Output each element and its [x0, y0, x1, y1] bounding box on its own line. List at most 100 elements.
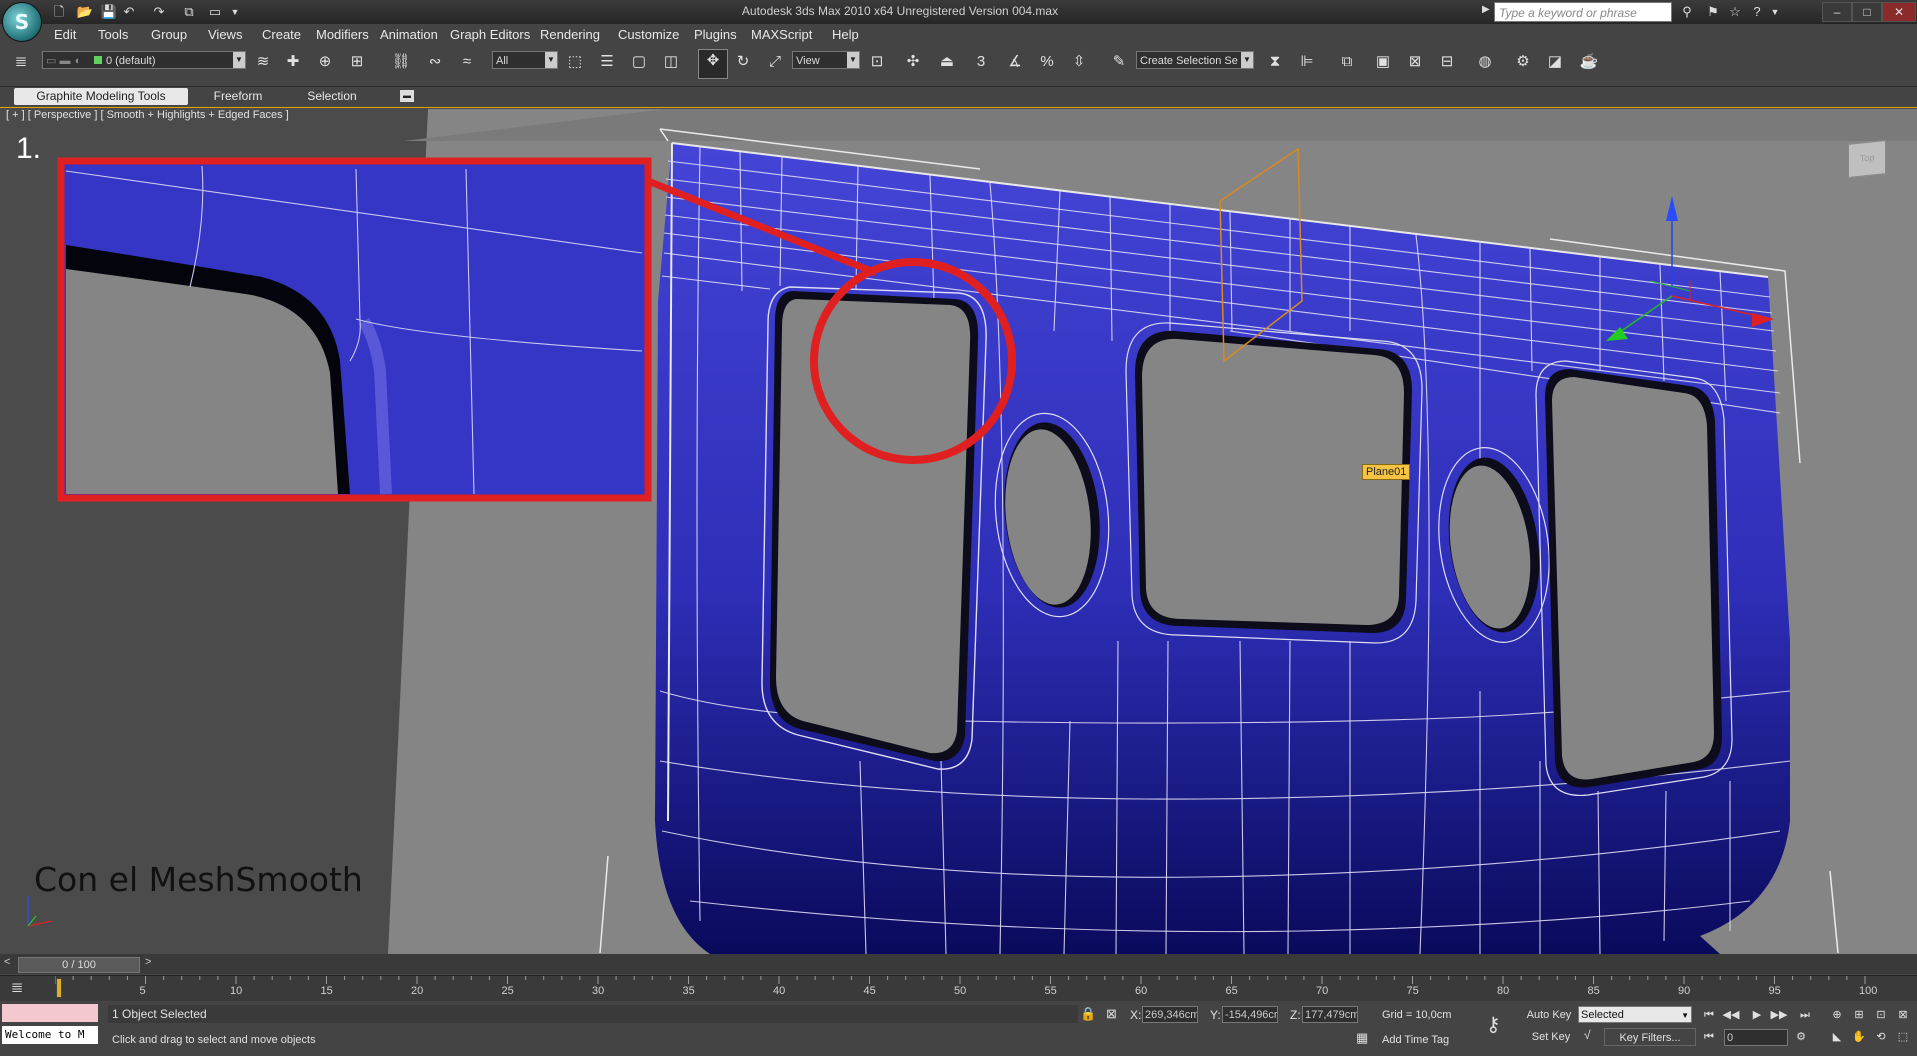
select-and-scale-icon[interactable]: ⤢	[764, 51, 786, 73]
graphite-toggle-icon[interactable]: ▣	[1372, 51, 1394, 73]
bind-space-warp-icon[interactable]: ≈	[456, 51, 478, 73]
menu-modifiers[interactable]: Modifiers	[316, 27, 369, 42]
menu-maxscript[interactable]: MAXScript	[751, 27, 812, 42]
maximize-viewport-icon[interactable]: ⬚	[1894, 1029, 1912, 1045]
unlink-icon[interactable]: ∾	[424, 51, 446, 73]
zoom-icon[interactable]: ⊕	[1828, 1007, 1846, 1023]
absolute-mode-icon[interactable]: ⊠	[1106, 1006, 1117, 1022]
help-dropdown-icon[interactable]: ▼	[1766, 3, 1784, 21]
rendered-frame-window-icon[interactable]: ◪	[1544, 51, 1566, 73]
menu-create[interactable]: Create	[262, 27, 301, 42]
time-slider[interactable]	[0, 954, 1917, 974]
zoom-all-icon[interactable]: ⊞	[1850, 1007, 1868, 1023]
search-input[interactable]: Type a keyword or phrase	[1494, 2, 1672, 22]
render-production-icon[interactable]: ☕	[1578, 51, 1600, 73]
window-crossing-icon[interactable]: ◫	[660, 51, 682, 73]
ribbon-minimize-icon[interactable]: ▬	[400, 90, 414, 102]
menu-edit[interactable]: Edit	[54, 27, 76, 42]
pan-view-icon[interactable]: ✋	[1850, 1029, 1868, 1045]
app-logo-button[interactable]: S	[2, 2, 42, 42]
minimize-button[interactable]: –	[1822, 2, 1852, 22]
fetch-icon[interactable]: ▭	[206, 3, 224, 21]
layer-explorer-icon[interactable]: ⧉	[1336, 51, 1358, 73]
render-setup-icon[interactable]: ⚙	[1512, 51, 1534, 73]
menu-animation[interactable]: Animation	[380, 27, 438, 42]
add-to-layer-icon[interactable]: ⊕	[314, 51, 336, 73]
go-to-start-icon[interactable]: ⏮	[1700, 1007, 1718, 1023]
menu-graph-editors[interactable]: Graph Editors	[450, 27, 530, 42]
menu-plugins[interactable]: Plugins	[694, 27, 737, 42]
communication-center-icon[interactable]: ⚑	[1704, 3, 1722, 21]
maxscript-listener-input[interactable]: Welcome to M	[2, 1026, 98, 1044]
search-expand-icon[interactable]: ▶	[1482, 4, 1490, 15]
angle-snap-icon[interactable]: ∡	[1004, 51, 1026, 73]
key-filters-button[interactable]: Key Filters...	[1604, 1028, 1696, 1046]
select-and-move-icon[interactable]: ✥	[698, 49, 728, 79]
reference-coordinate-combo[interactable]: View ▼	[792, 51, 860, 69]
time-configuration-icon[interactable]: ⚙	[1792, 1029, 1810, 1045]
menu-group[interactable]: Group	[151, 27, 187, 42]
menu-tools[interactable]: Tools	[98, 27, 128, 42]
next-frame-icon[interactable]: ▶▶	[1770, 1007, 1788, 1023]
default-in-out-tangents-icon[interactable]: √	[1584, 1028, 1591, 1042]
selection-lock-icon[interactable]: 🔒	[1080, 1006, 1096, 1022]
open-file-icon[interactable]: 📂	[76, 3, 94, 21]
layer-combo[interactable]: ▭ ▬ ◖ 0 (default) ▼	[42, 51, 246, 69]
set-key-button[interactable]: Set Key	[1526, 1028, 1576, 1046]
binoculars-icon[interactable]: ⚲	[1678, 3, 1696, 21]
time-slider-next-icon[interactable]: >	[145, 956, 151, 968]
edit-named-selection-icon[interactable]: ✎	[1108, 51, 1130, 73]
menu-help[interactable]: Help	[832, 27, 859, 42]
select-and-manipulate-icon[interactable]: ✣	[902, 51, 924, 73]
tab-freeform[interactable]: Freeform	[206, 88, 270, 105]
key-mode-combo[interactable]: Selected ▼	[1578, 1006, 1692, 1023]
favorites-icon[interactable]: ☆	[1726, 3, 1744, 21]
zoom-extents-icon[interactable]: ⊡	[1872, 1007, 1890, 1023]
pivot-center-icon[interactable]: ⊡	[866, 51, 888, 73]
layer-manager-icon[interactable]: ≣	[10, 51, 32, 73]
select-layer-icon[interactable]: ⊞	[346, 51, 368, 73]
named-selection-set-combo[interactable]: Create Selection Se ▼	[1136, 51, 1254, 69]
viewport-label[interactable]: [ + ] [ Perspective ] [ Smooth + Highlig…	[6, 109, 289, 121]
maximize-button[interactable]: □	[1852, 2, 1882, 22]
select-by-name-icon[interactable]: ☰	[596, 51, 618, 73]
layer-add-icon[interactable]: ≋	[252, 51, 274, 73]
curve-editor-icon[interactable]: ⊠	[1404, 51, 1426, 73]
undo-icon[interactable]: ↶	[120, 3, 138, 21]
x-coordinate-input[interactable]: 269,346cm	[1142, 1006, 1198, 1023]
add-time-tag-button[interactable]: Add Time Tag	[1382, 1031, 1449, 1049]
spinner-snap-icon[interactable]: ⇳	[1068, 51, 1090, 73]
keyboard-shortcut-override-icon[interactable]: ⏏	[936, 51, 958, 73]
y-coordinate-input[interactable]: -154,496cr	[1222, 1006, 1278, 1023]
viewcube[interactable]: Top	[1848, 140, 1886, 178]
tab-graphite-modeling-tools[interactable]: Graphite Modeling Tools	[14, 88, 188, 105]
selection-filter-combo[interactable]: All ▼	[492, 51, 558, 69]
align-icon[interactable]: ⊫	[1296, 51, 1318, 73]
menu-views[interactable]: Views	[208, 27, 242, 42]
time-slider-prev-icon[interactable]: <	[4, 956, 10, 968]
orbit-icon[interactable]: ⟲	[1872, 1029, 1890, 1045]
new-file-icon[interactable]: 🗋	[50, 3, 68, 21]
z-coordinate-input[interactable]: 177,479cm	[1302, 1006, 1358, 1023]
save-file-icon[interactable]: 💾	[100, 3, 118, 21]
schematic-view-icon[interactable]: ⊟	[1436, 51, 1458, 73]
help-icon[interactable]: ?	[1748, 3, 1766, 21]
time-slider-thumb[interactable]: 0 / 100	[18, 957, 140, 973]
select-object-icon[interactable]: ⬚	[564, 51, 586, 73]
tab-selection[interactable]: Selection	[298, 88, 366, 105]
close-button[interactable]: ✕	[1882, 2, 1916, 22]
go-to-end-icon[interactable]: ⏭	[1796, 1007, 1814, 1023]
select-and-rotate-icon[interactable]: ↻	[732, 51, 754, 73]
field-of-view-icon[interactable]: ◣	[1828, 1029, 1846, 1045]
auto-key-button[interactable]: Auto Key	[1524, 1006, 1574, 1024]
snaps-toggle-icon[interactable]: 3	[970, 51, 992, 73]
previous-frame-icon[interactable]: ◀◀	[1722, 1007, 1740, 1023]
rectangular-selection-icon[interactable]: ▢	[628, 51, 650, 73]
material-editor-icon[interactable]: ◍	[1474, 51, 1496, 73]
play-icon[interactable]: ▶	[1748, 1007, 1766, 1023]
zoom-extents-all-icon[interactable]: ⊠	[1894, 1007, 1912, 1023]
key-mode-toggle-icon[interactable]: ⏮	[1700, 1029, 1718, 1045]
quick-access-dropdown-icon[interactable]: ▼	[226, 3, 244, 21]
create-new-layer-icon[interactable]: ✚	[282, 51, 304, 73]
menu-customize[interactable]: Customize	[618, 27, 679, 42]
